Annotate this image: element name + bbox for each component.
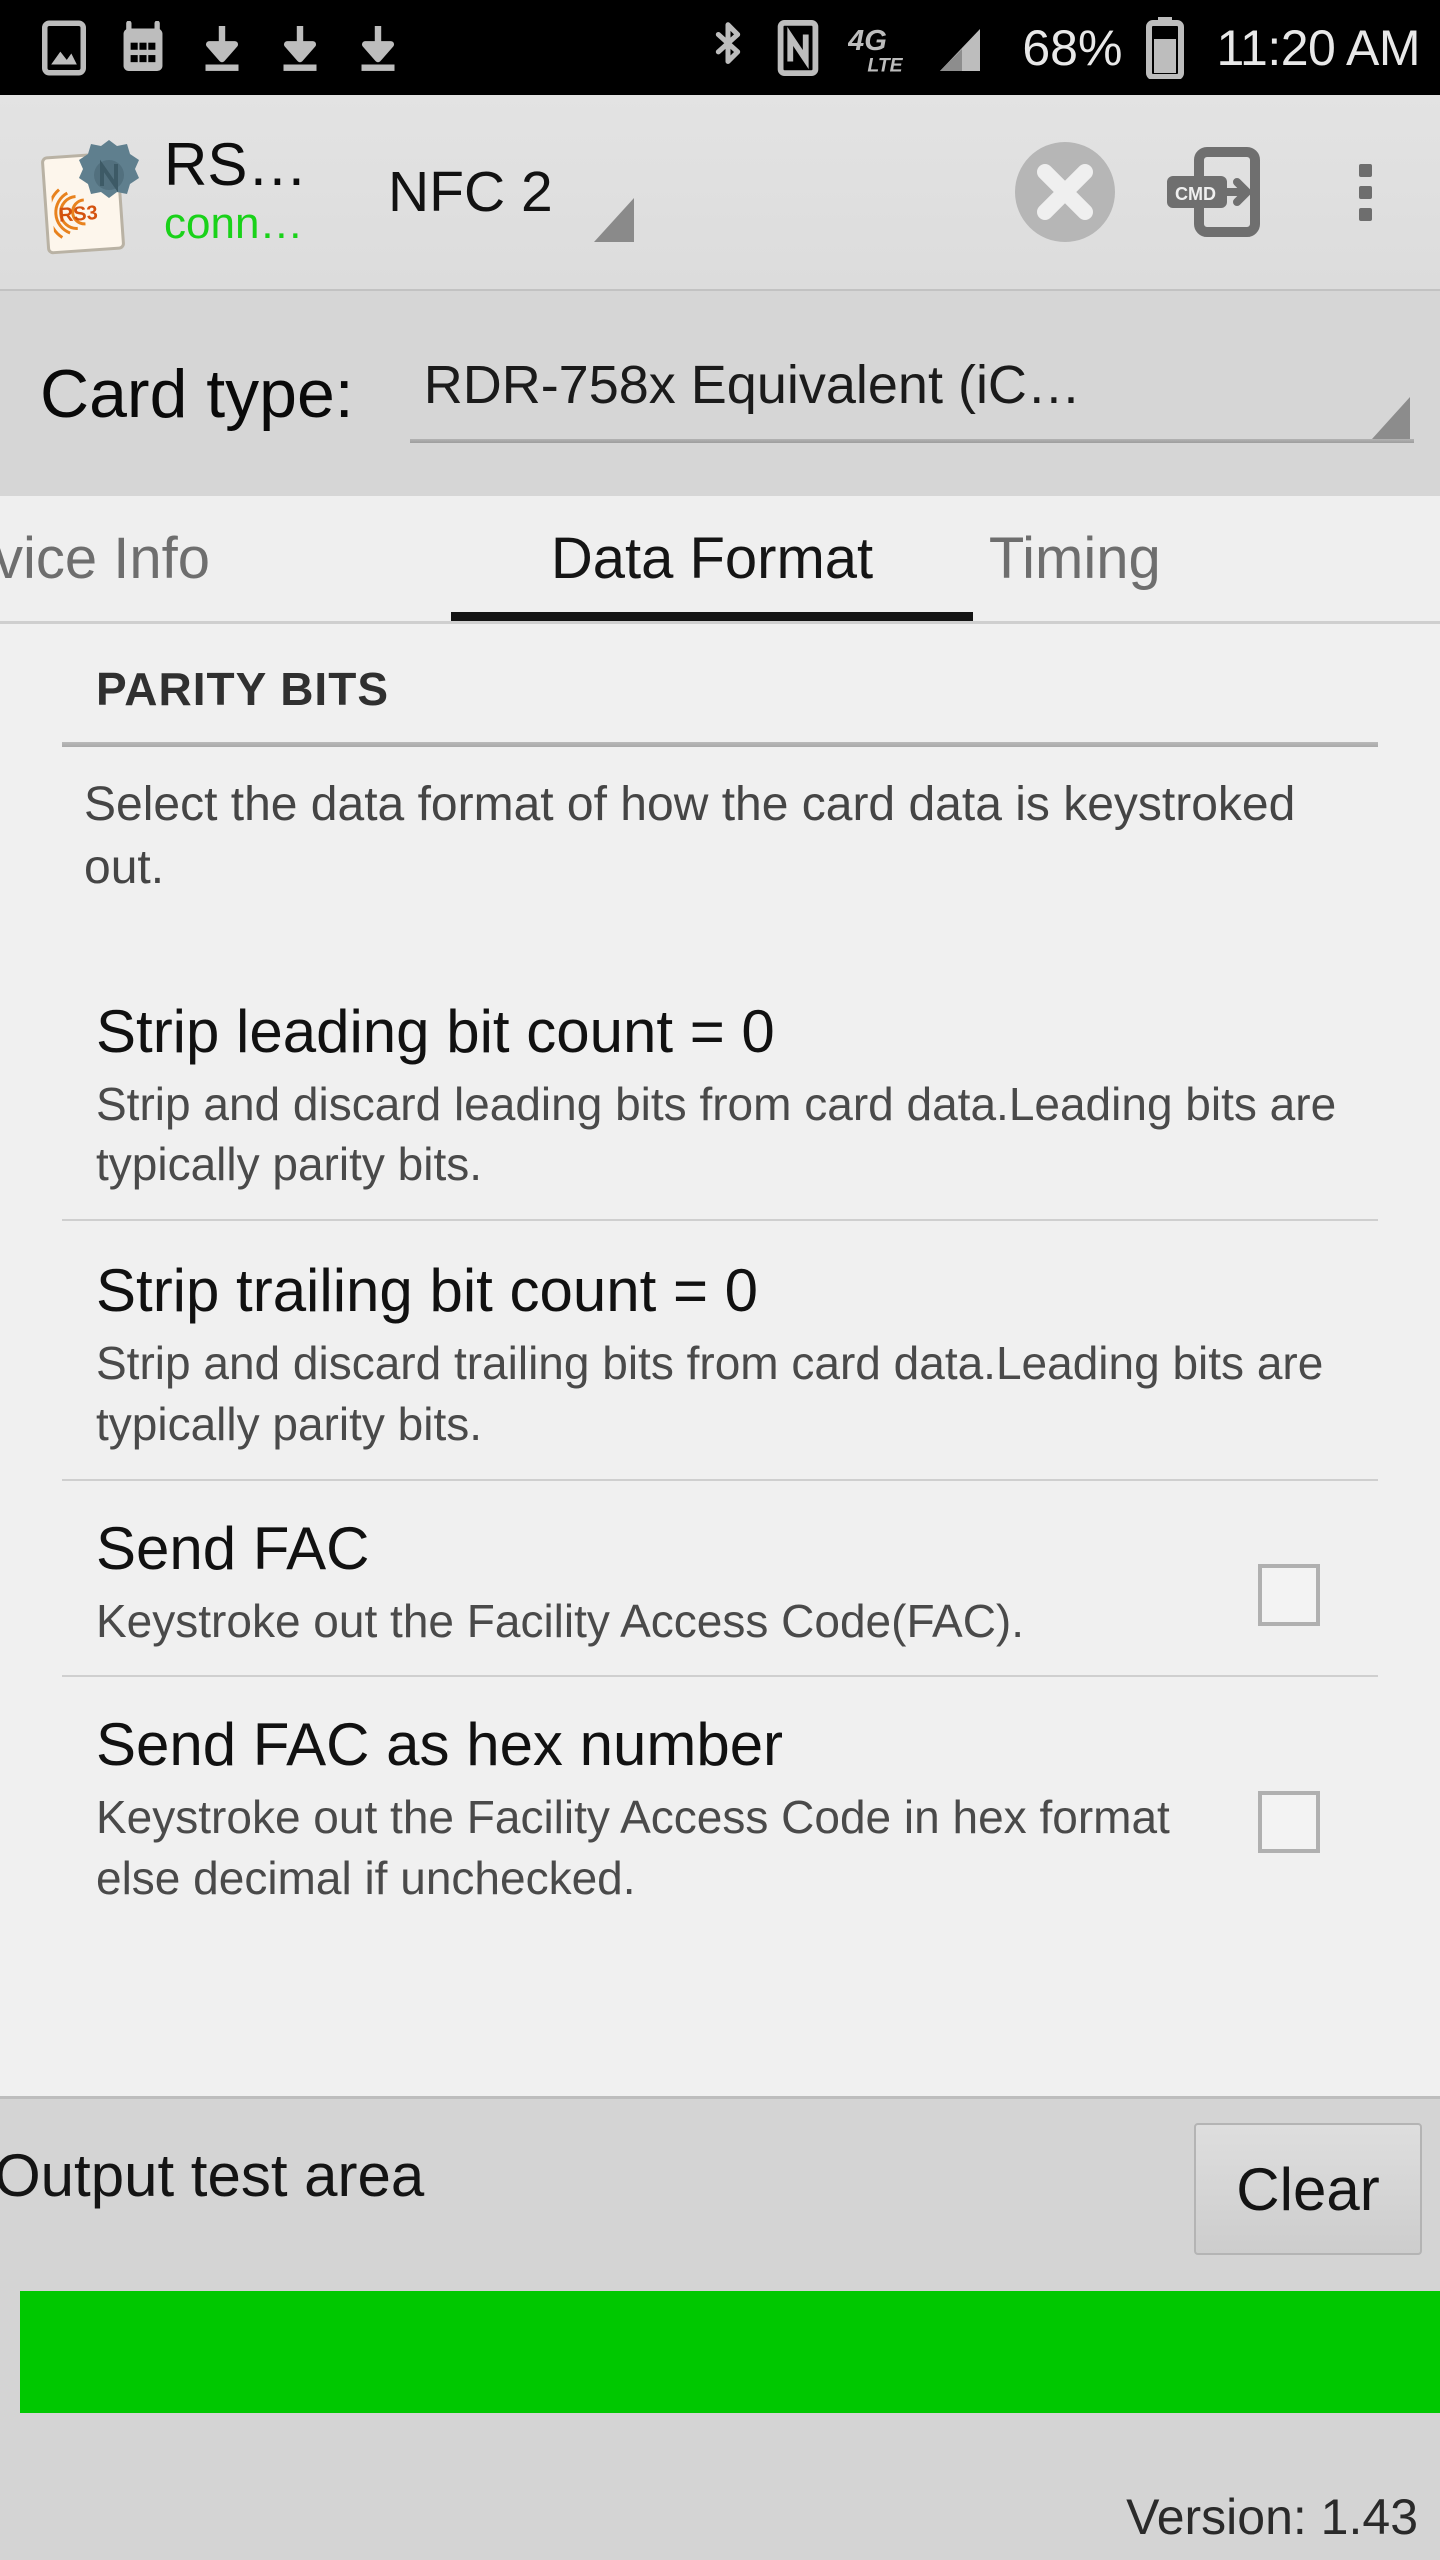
tab-label: Timing [988,526,1161,591]
battery-percent-label: 68% [1022,19,1123,76]
disconnect-button[interactable] [990,94,1140,290]
svg-text:CMD: CMD [1175,184,1216,204]
tab-data-format[interactable]: Data Format [451,496,973,621]
cmd-button[interactable]: CMD [1140,94,1290,290]
card-type-label: Card type: [40,355,354,432]
nfc-reader-spinner[interactable]: NFC 2 [380,132,650,252]
download-icon [283,25,317,71]
spinner-underline [409,438,1414,443]
nfc-reader-spinner-value: NFC 2 [388,160,553,224]
download-icon [205,25,239,71]
dropdown-caret-icon [594,198,634,242]
list-item-subtitle: Keystroke out the Facility Access Code i… [96,1791,1170,1905]
row-divider [62,1675,1378,1678]
version-label: Version: 1.43 [1126,2489,1418,2545]
clock-label: 11:20 AM [1216,19,1420,76]
row-divider [62,1478,1378,1481]
nfc-icon [778,19,819,76]
svg-text:4G: 4G [848,24,887,56]
image-icon [42,20,86,75]
send-fac-hex-checkbox[interactable] [1258,1791,1320,1854]
list-item-title: Send FAC as hex number [96,1711,784,1779]
dropdown-caret-icon [1372,396,1410,439]
tab-label: vice Info [0,526,210,591]
output-status-bar [20,2291,1440,2413]
list-item-title: Strip leading bit count = 0 [96,997,775,1065]
card-type-spinner-value: RDR-758x Equivalent (iC… [423,354,1081,415]
svg-text:LTE: LTE [868,54,904,76]
status-bar-left-icons [42,20,400,76]
download-icon [361,25,395,71]
clear-button[interactable]: Clear [1194,2123,1422,2255]
rs3-nfc-logo-icon: RS3 [30,132,150,255]
lte-4g-icon: 4GLTE [848,24,904,76]
tab-active-indicator [451,612,973,621]
cmd-send-icon: CMD [1167,147,1260,237]
row-divider [62,1219,1378,1222]
signal-bars-icon [940,28,981,71]
connection-status-label: conn… [164,198,304,248]
tab-label: Data Format [550,526,874,591]
tab-device-info[interactable]: vice Info [0,496,451,621]
output-area-label: Output test area [0,2142,425,2209]
list-item-title: Strip trailing bit count = 0 [96,1257,759,1325]
action-bar-buttons: CMD [990,94,1440,290]
send-fac-checkbox[interactable] [1258,1563,1320,1626]
clear-button-label: Clear [1236,2155,1380,2223]
status-bar-right-cluster: 4G LTE 68% 11:20 AM [708,16,1420,79]
list-item-subtitle: Keystroke out the Facility Access Code(F… [96,1594,1025,1647]
tab-timing[interactable]: Timing [973,496,1440,621]
section-description: Select the data format of how the card d… [84,778,1296,895]
battery-icon [1146,16,1185,79]
list-item[interactable]: Strip leading bit count = 0 Strip and di… [0,996,1440,1222]
tab-bar: vice Info Data Format Timing [0,496,1440,624]
list-item-title: Send FAC [96,1514,370,1582]
system-status-bar: 4G LTE 68% 11:20 AM [0,0,1440,95]
output-test-area: Output test area Clear Version: 1.43 [0,2096,1440,2560]
card-type-row: Card type: RDR-758x Equivalent (iC… [0,291,1440,496]
app-action-bar: RS3 RS… conn… NFC 2 CMD [0,95,1440,291]
overflow-menu-button[interactable] [1290,94,1440,290]
app-title-block: RS… conn… [164,135,334,250]
bluetooth-icon [716,21,741,64]
app-title: RS… [164,134,308,195]
list-item[interactable]: Send FAC Keystroke out the Facility Acce… [0,1513,1440,1678]
list-item[interactable]: Send FAC as hex number Keystroke out the… [0,1709,1440,1934]
section-header-parity-bits: PARITY BITS [96,663,389,715]
calendar-icon [123,20,163,71]
list-item[interactable]: Strip trailing bit count = 0 Strip and d… [0,1255,1440,1481]
list-item-subtitle: Strip and discard leading bits from card… [96,1077,1337,1191]
card-type-spinner[interactable]: RDR-758x Equivalent (iC… [398,329,1424,459]
list-item-subtitle: Strip and discard trailing bits from car… [96,1337,1324,1450]
disconnect-x-icon [1015,142,1115,242]
overflow-menu-icon [1358,163,1372,221]
settings-list[interactable]: PARITY BITS Select the data format of ho… [0,624,1440,2096]
